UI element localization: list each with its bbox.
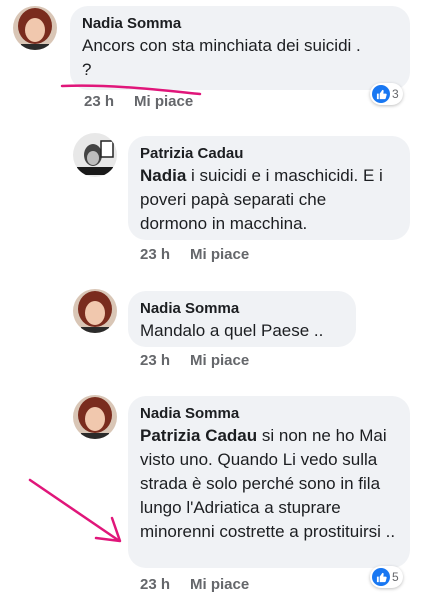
comment-text: Patrizia Cadau si non ne ho Mai visto un… xyxy=(140,424,396,544)
comment-time[interactable]: 23 h xyxy=(140,352,170,369)
like-link[interactable]: Mi piace xyxy=(190,352,249,369)
comment-bubble: Nadia Somma Ancors con sta minchiata dei… xyxy=(70,6,410,90)
reaction-count[interactable]: 3 xyxy=(370,83,403,105)
comment-actions: 23 h Mi piace xyxy=(140,246,249,263)
arrow-head-annotation xyxy=(94,516,122,543)
like-link[interactable]: Mi piace xyxy=(134,93,193,110)
comment-bubble: Nadia Somma Patrizia Cadau si non ne ho … xyxy=(128,396,410,568)
comment-bubble: Patrizia Cadau Nadia i suicidi e i masch… xyxy=(128,136,410,240)
like-link[interactable]: Mi piace xyxy=(190,246,249,263)
comment-time[interactable]: 23 h xyxy=(140,246,170,263)
comment-text: Nadia i suicidi e i maschicidi. E i pove… xyxy=(140,164,396,236)
avatar[interactable] xyxy=(73,289,117,333)
like-link[interactable]: Mi piace xyxy=(190,576,249,593)
comment-actions: 23 h Mi piace xyxy=(140,576,249,593)
mention-link[interactable]: Patrizia Cadau xyxy=(140,426,257,445)
comment-actions: 23 h Mi piace xyxy=(140,352,249,369)
comment-text: Ancors con sta minchiata dei suicidi . ? xyxy=(82,36,361,79)
comment-author[interactable]: Nadia Somma xyxy=(140,404,396,424)
thumbs-up-icon xyxy=(372,85,390,103)
comment-actions: 23 h Mi piace xyxy=(84,93,193,110)
reaction-count[interactable]: 5 xyxy=(370,566,403,588)
mention-link[interactable]: Nadia xyxy=(140,166,186,185)
comment-author[interactable]: Nadia Somma xyxy=(82,14,396,34)
comment-author[interactable]: Patrizia Cadau xyxy=(140,144,396,164)
comment-author[interactable]: Nadia Somma xyxy=(140,299,342,319)
avatar[interactable] xyxy=(13,6,57,50)
avatar[interactable] xyxy=(73,395,117,439)
thumbs-up-icon xyxy=(372,568,390,586)
comment-time[interactable]: 23 h xyxy=(84,93,114,110)
comment-time[interactable]: 23 h xyxy=(140,576,170,593)
avatar[interactable] xyxy=(73,133,117,177)
comment-bubble: Nadia Somma Mandalo a quel Paese .. xyxy=(128,291,356,347)
comment-text: Mandalo a quel Paese .. xyxy=(140,321,324,340)
reaction-number: 3 xyxy=(392,87,399,101)
arrow-annotation xyxy=(28,478,120,542)
reaction-number: 5 xyxy=(392,570,399,584)
